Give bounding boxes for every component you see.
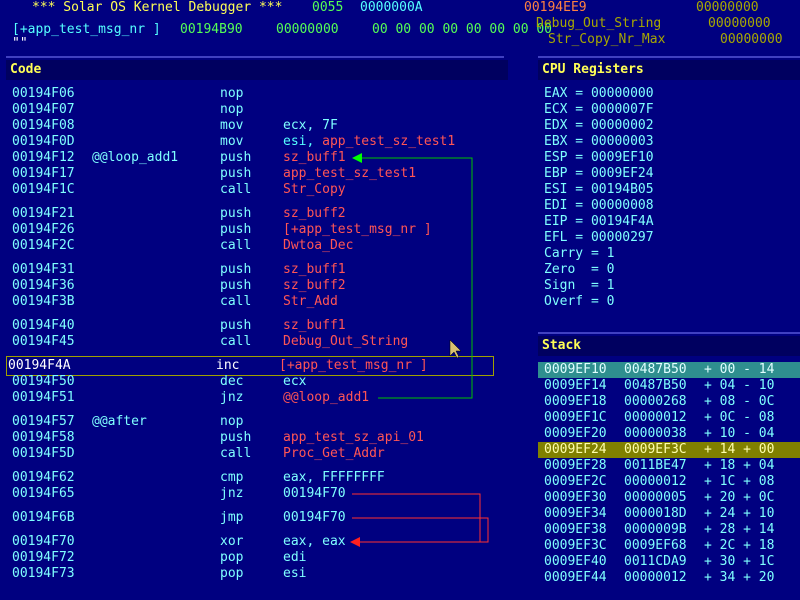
stack-row[interactable]: 0009EF2C 00000012 + 1C + 08 [538,474,800,490]
stack-address: 0009EF24 [544,442,607,457]
stack-row[interactable]: 0009EF1C 00000012 + 0C - 08 [538,410,800,426]
jmp-branch-arrow [350,517,489,547]
stack-offset: + 14 + 00 [704,442,775,457]
stack-offset: + 24 + 10 [704,506,775,521]
mouse-cursor-icon [449,339,462,359]
stack-address: 0009EF34 [544,506,607,521]
stack-address: 0009EF14 [544,378,607,393]
stack-row[interactable]: 0009EF30 00000005 + 20 + 0C [538,490,800,506]
stack-offset: + 0C - 08 [704,410,775,425]
register-ecx: ECX = 0000007F [544,102,654,117]
register-eax: EAX = 00000000 [544,86,654,101]
stack-value: 00000268 [624,394,687,409]
stack-value: 0009EF3C [624,442,687,457]
stack-value: 00000038 [624,426,687,441]
register-edi: EDI = 00000008 [544,198,654,213]
stack-value: 00000005 [624,490,687,505]
stack-offset: + 10 - 04 [704,426,775,441]
register-esi: ESI = 00194B05 [544,182,654,197]
stack-offset: + 34 + 20 [704,570,775,585]
register-ebp: EBP = 0009EF24 [544,166,654,181]
stack-row-ebp[interactable]: 0009EF24 0009EF3C + 14 + 00 [538,442,800,458]
register-esp: ESP = 0009EF10 [544,150,654,165]
stack-address: 0009EF30 [544,490,607,505]
stack-address: 0009EF20 [544,426,607,441]
flag-zero: Zero = 0 [544,262,615,277]
register-edx: EDX = 00000002 [544,118,654,133]
stack-address: 0009EF1C [544,410,607,425]
stack-offset: + 20 + 0C [704,490,775,505]
stack-row[interactable]: 0009EF40 0011CDA9 + 30 + 1C [538,554,800,570]
stack-address: 0009EF2C [544,474,607,489]
register-eip: EIP = 00194F4A [544,214,654,229]
stack-offset: + 18 + 04 [704,458,775,473]
flag-carry: Carry = 1 [544,246,615,261]
stack-row[interactable]: 0009EF18 00000268 + 08 - 0C [538,394,800,410]
stack-offset: + 2C + 18 [704,538,775,553]
stack-address: 0009EF28 [544,458,607,473]
stack-value: 0011BE47 [624,458,687,473]
stack-row[interactable]: 0009EF3C 0009EF68 + 2C + 18 [538,538,800,554]
stack-row[interactable]: 0009EF38 0000009B + 28 + 14 [538,522,800,538]
loop-branch-arrow [352,153,473,399]
stack-value: 00487B50 [624,378,687,393]
stack-row[interactable]: 0009EF44 00000012 + 34 + 20 [538,570,800,586]
stack-offset: + 30 + 1C [704,554,775,569]
stack-value: 00000012 [624,570,687,585]
stack-offset: + 1C + 08 [704,474,775,489]
stack-address: 0009EF40 [544,554,607,569]
stack-address: 0009EF44 [544,570,607,585]
stack-value: 0000018D [624,506,687,521]
stack-offset: + 28 + 14 [704,522,775,537]
stack-offset: + 04 - 10 [704,378,775,393]
stack-row-esp[interactable]: 0009EF10 00487B50 + 00 - 14 [538,362,800,378]
stack-value: 00000012 [624,410,687,425]
stack-offset: + 00 - 14 [704,362,775,377]
stack-row[interactable]: 0009EF28 0011BE47 + 18 + 04 [538,458,800,474]
flag-sign: Sign = 1 [544,278,615,293]
flag-overflow: Overf = 0 [544,294,615,309]
stack-row[interactable]: 0009EF34 0000018D + 24 + 10 [538,506,800,522]
stack-value: 0000009B [624,522,687,537]
stack-value: 00000012 [624,474,687,489]
stack-address: 0009EF18 [544,394,607,409]
stack-address: 0009EF10 [544,362,607,377]
stack-address: 0009EF38 [544,522,607,537]
stack-value: 0009EF68 [624,538,687,553]
register-efl: EFL = 00000297 [544,230,654,245]
stack-row[interactable]: 0009EF14 00487B50 + 04 - 10 [538,378,800,394]
register-ebx: EBX = 00000003 [544,134,654,149]
stack-row[interactable]: 0009EF20 00000038 + 10 - 04 [538,426,800,442]
stack-address: 0009EF3C [544,538,607,553]
stack-value: 00487B50 [624,362,687,377]
stack-offset: + 08 - 0C [704,394,775,409]
stack-value: 0011CDA9 [624,554,687,569]
